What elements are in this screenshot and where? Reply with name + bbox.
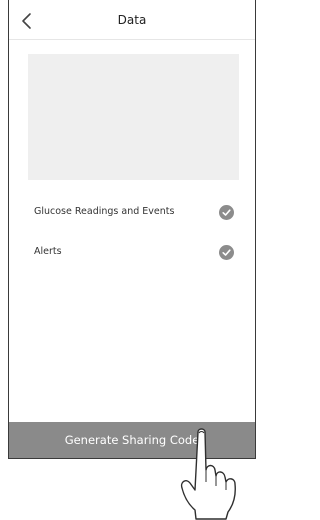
option-alerts[interactable]: Alerts <box>9 241 255 265</box>
header: Data <box>9 0 255 40</box>
screen: Data Glucose Readings and Events Alerts … <box>0 0 256 520</box>
option-label: Glucose Readings and Events <box>34 206 175 217</box>
preview-image-placeholder <box>28 54 239 180</box>
page-title: Data <box>117 13 147 27</box>
phone-frame: Data Glucose Readings and Events Alerts … <box>8 0 256 459</box>
generate-sharing-code-label: Generate Sharing Code <box>64 433 200 447</box>
checkmark-circle-icon[interactable] <box>219 205 234 220</box>
generate-sharing-code-button[interactable]: Generate Sharing Code <box>9 422 255 458</box>
option-glucose-readings[interactable]: Glucose Readings and Events <box>9 201 255 225</box>
checkmark-circle-icon[interactable] <box>219 245 234 260</box>
option-label: Alerts <box>34 246 62 257</box>
